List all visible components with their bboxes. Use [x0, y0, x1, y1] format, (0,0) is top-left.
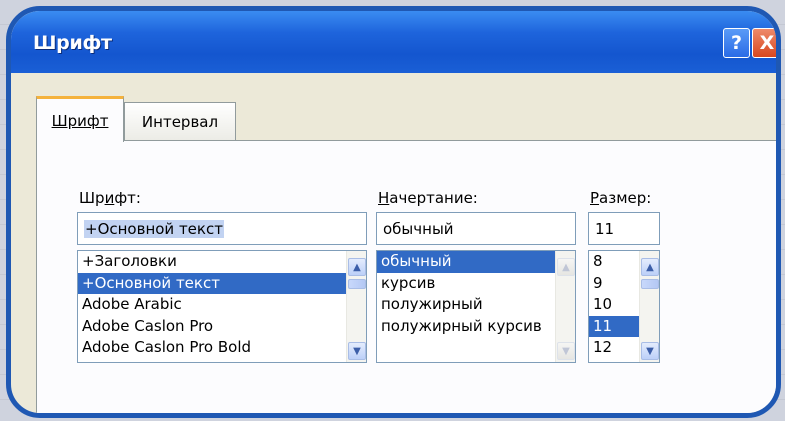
list-item[interactable]: 11	[589, 315, 641, 337]
list-item[interactable]: 10	[589, 294, 641, 316]
list-item[interactable]: 9	[589, 273, 641, 295]
style-input[interactable]: обычный	[376, 212, 576, 245]
size-list-scrollbar[interactable]: ▲ ▼	[639, 251, 659, 362]
list-item[interactable]: +Заголовки	[78, 251, 366, 273]
style-value: обычный	[383, 219, 454, 238]
list-item[interactable]: +Основной текст	[78, 272, 366, 294]
tab-spacing-label: Интервал	[141, 112, 219, 131]
style-label: Начертание:	[378, 189, 478, 207]
font-dialog: Шрифт ? X Шрифт Интервал Шрифт: +Основно…	[6, 6, 781, 418]
scroll-down-icon[interactable]: ▼	[557, 342, 575, 360]
scroll-up-icon[interactable]: ▲	[348, 258, 366, 276]
font-name-value: +Основной текст	[84, 219, 224, 238]
size-input[interactable]: 11	[588, 212, 660, 245]
font-list-scrollbar[interactable]: ▲ ▼	[346, 251, 366, 362]
list-item[interactable]: обычный	[377, 251, 575, 273]
list-item[interactable]: Adobe Caslon Pro	[78, 316, 366, 338]
scroll-down-icon[interactable]: ▼	[641, 342, 659, 360]
scroll-up-icon[interactable]: ▲	[641, 258, 659, 276]
close-icon: X	[759, 32, 775, 54]
font-list[interactable]: +Заголовки +Основной текст Adobe Arabic …	[77, 250, 367, 363]
size-value: 11	[595, 219, 615, 238]
scroll-down-icon[interactable]: ▼	[348, 342, 366, 360]
font-label: Шрифт:	[79, 189, 141, 207]
tab-control: Шрифт Интервал Шрифт: +Основной текст +З…	[36, 96, 776, 413]
size-label: Размер:	[590, 189, 652, 207]
tab-font-label: Шрифт	[51, 111, 109, 130]
scrollbar-thumb[interactable]	[641, 279, 659, 289]
tab-font[interactable]: Шрифт	[36, 96, 124, 142]
font-name-input[interactable]: +Основной текст	[77, 212, 367, 245]
help-icon: ?	[730, 32, 743, 54]
title-bar[interactable]: Шрифт ? X	[11, 11, 776, 73]
size-list[interactable]: 8 9 10 11 12 ▲ ▼	[588, 250, 660, 363]
style-list-scrollbar[interactable]: ▲ ▼	[555, 251, 575, 362]
list-item[interactable]: Adobe Arabic	[78, 294, 366, 316]
list-item[interactable]: полужирный курсив	[377, 316, 575, 338]
window-title: Шрифт	[33, 32, 112, 54]
list-item[interactable]: Adobe Caslon Pro Bold	[78, 337, 366, 359]
close-button[interactable]: X	[752, 28, 776, 58]
style-list[interactable]: обычный курсив полужирный полужирный кур…	[376, 250, 576, 363]
list-item[interactable]: 12	[589, 337, 641, 359]
list-item[interactable]: 8	[589, 251, 641, 273]
list-item[interactable]: курсив	[377, 273, 575, 295]
tab-spacing[interactable]: Интервал	[124, 102, 236, 140]
help-button[interactable]: ?	[723, 28, 750, 58]
scroll-up-icon[interactable]: ▲	[557, 258, 575, 276]
scrollbar-thumb[interactable]	[348, 279, 366, 289]
tab-panel-font: Шрифт: +Основной текст +Заголовки +Основ…	[36, 140, 776, 413]
list-item[interactable]: полужирный	[377, 294, 575, 316]
